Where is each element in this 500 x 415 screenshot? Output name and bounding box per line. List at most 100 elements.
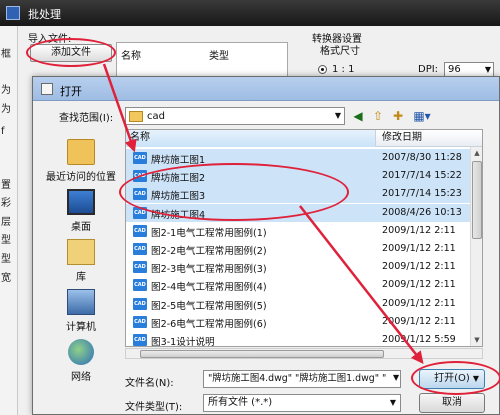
file-name: 图2-6电气工程常用图例(6): [151, 318, 267, 330]
recent-places-icon: [67, 139, 95, 165]
look-in-combobox[interactable]: cad ▼: [125, 107, 345, 125]
file-name: 图3-1设计说明: [151, 337, 215, 347]
cad-file-icon: CAD: [133, 224, 147, 237]
place-recent[interactable]: 最近访问的位置: [39, 139, 123, 183]
place-label: 桌面: [71, 222, 91, 233]
file-date: 2009/1/12 2:11: [382, 243, 456, 254]
up-folder-icon[interactable]: ⇧: [369, 107, 387, 125]
place-label: 库: [76, 272, 86, 283]
selected-files-highlight-ellipse: [119, 163, 349, 221]
ratio-radio-button[interactable]: [318, 65, 327, 74]
folder-icon: [129, 111, 143, 122]
filetype-value: 所有文件 (*.*): [208, 397, 273, 408]
filename-input[interactable]: "牌坊施工图4.dwg" "牌坊施工图1.dwg" ": [203, 370, 401, 388]
strip-label: 置: [1, 180, 11, 190]
file-name: 图2-2电气工程常用图例(2): [151, 246, 267, 257]
strip-label: f: [1, 126, 5, 137]
file-row[interactable]: CAD 图2-2电气工程常用图例(2) 2009/1/12 2:11: [126, 240, 471, 258]
vertical-scrollbar[interactable]: ▲ ▼: [470, 147, 482, 346]
chevron-down-icon[interactable]: ▼: [335, 111, 341, 120]
scrollbar-thumb[interactable]: [472, 161, 482, 239]
ratio-label: 1 : 1: [332, 64, 355, 75]
file-name: 图2-4电气工程常用图例(4): [151, 282, 267, 294]
strip-label: 型: [1, 235, 11, 245]
strip-label: 为: [1, 104, 11, 114]
column-header-name[interactable]: 名称: [126, 130, 376, 147]
file-name: 图2-1电气工程常用图例(1): [151, 227, 267, 239]
dpi-label: DPI:: [418, 64, 439, 75]
strip-label: 宽: [1, 273, 11, 283]
filename-label: 文件名(N):: [125, 378, 174, 389]
view-menu-icon[interactable]: ▦▾: [409, 107, 435, 125]
filetype-select[interactable]: 所有文件 (*.*) ▼: [203, 394, 401, 412]
dialog-icon: [41, 83, 53, 95]
filetype-label: 文件类型(T):: [125, 402, 183, 413]
horizontal-scrollbar[interactable]: [125, 348, 483, 359]
new-folder-icon[interactable]: ✚: [389, 107, 407, 125]
file-row[interactable]: CAD 牌坊施工图1 2007/8/30 11:28: [126, 149, 471, 167]
cad-file-icon: CAD: [133, 152, 147, 164]
place-network[interactable]: 网络: [39, 339, 123, 383]
back-arrow-icon[interactable]: ◀: [349, 107, 367, 125]
file-row[interactable]: CAD 图3-1设计说明 2009/1/12 5:59: [126, 331, 471, 347]
dialog-title: 打开: [60, 85, 82, 98]
strip-label: 型: [1, 254, 11, 264]
cad-file-icon: CAD: [133, 315, 147, 328]
cad-file-icon: CAD: [133, 297, 147, 310]
file-date: 2009/1/12 5:59: [382, 334, 456, 345]
cad-file-icon: CAD: [133, 243, 147, 255]
dpi-value: 96: [448, 64, 461, 75]
file-name: 图2-3电气工程常用图例(3): [151, 264, 267, 276]
network-icon: [68, 339, 94, 365]
look-in-value: cad: [147, 111, 165, 122]
file-date: 2009/1/12 2:11: [382, 279, 456, 291]
file-date: 2008/4/26 10:13: [382, 206, 462, 218]
scroll-down-icon[interactable]: ▼: [472, 335, 482, 346]
chevron-down-icon[interactable]: ▼: [393, 373, 399, 382]
column-header-type[interactable]: 类型: [209, 47, 229, 62]
file-row[interactable]: CAD 图2-5电气工程常用图例(5) 2009/1/12 2:11: [126, 295, 471, 313]
column-header-date[interactable]: 修改日期: [378, 130, 478, 147]
strip-label: 框: [1, 49, 11, 59]
cad-file-icon: CAD: [133, 334, 147, 346]
file-date: 2017/7/14 15:23: [382, 188, 462, 200]
strip-label: 为: [1, 85, 11, 95]
place-desktop[interactable]: 桌面: [39, 189, 123, 233]
file-date: 2007/8/30 11:28: [382, 152, 462, 163]
chevron-down-icon: ▼: [484, 65, 491, 74]
library-icon: [67, 239, 95, 265]
file-row[interactable]: CAD 图2-6电气工程常用图例(6) 2009/1/12 2:11: [126, 313, 471, 331]
open-file-dialog: 打开 查找范围(I): cad ▼ ◀ ⇧ ✚ ▦▾ 最近访问的位置 桌面 库 …: [32, 76, 500, 415]
file-date: 2009/1/12 2:11: [382, 261, 456, 273]
format-size-label: 格式尺寸: [320, 46, 360, 57]
open-button-highlight-ellipse: [411, 361, 500, 395]
column-header-name[interactable]: 名称: [121, 47, 141, 62]
look-in-label: 查找范围(I):: [59, 113, 114, 124]
place-library[interactable]: 库: [39, 239, 123, 283]
cad-file-icon: CAD: [133, 279, 147, 292]
dpi-select[interactable]: 96 ▼: [444, 62, 494, 77]
file-row[interactable]: CAD 图2-4电气工程常用图例(4) 2009/1/12 2:11: [126, 276, 471, 294]
place-label: 计算机: [66, 322, 96, 333]
desktop-icon: [67, 189, 95, 215]
file-date: 2009/1/12 2:11: [382, 315, 456, 327]
chevron-down-icon: ▼: [389, 398, 396, 407]
strip-label: 层: [1, 217, 11, 227]
scrollbar-thumb[interactable]: [140, 350, 384, 358]
computer-icon: [67, 289, 95, 315]
batch-titlebar: 批处理: [0, 0, 500, 26]
cancel-button[interactable]: 取消: [419, 393, 485, 413]
strip-label: 彩: [1, 198, 11, 208]
place-computer[interactable]: 计算机: [39, 289, 123, 333]
app-icon: [6, 6, 20, 20]
file-date: 2009/1/12 2:11: [382, 297, 456, 309]
file-row[interactable]: CAD 图2-1电气工程常用图例(1) 2009/1/12 2:11: [126, 222, 471, 240]
place-label: 最近访问的位置: [46, 172, 116, 183]
scroll-up-icon[interactable]: ▲: [472, 148, 482, 159]
file-row[interactable]: CAD 图2-3电气工程常用图例(3) 2009/1/12 2:11: [126, 258, 471, 276]
file-date: 2009/1/12 2:11: [382, 224, 456, 236]
batch-title: 批处理: [28, 8, 61, 21]
file-name: 图2-5电气工程常用图例(5): [151, 300, 267, 312]
file-list[interactable]: 名称 修改日期 CAD 牌坊施工图1 2007/8/30 11:28 CAD 牌坊施工图…: [125, 129, 483, 347]
add-file-highlight-ellipse: [26, 38, 116, 67]
